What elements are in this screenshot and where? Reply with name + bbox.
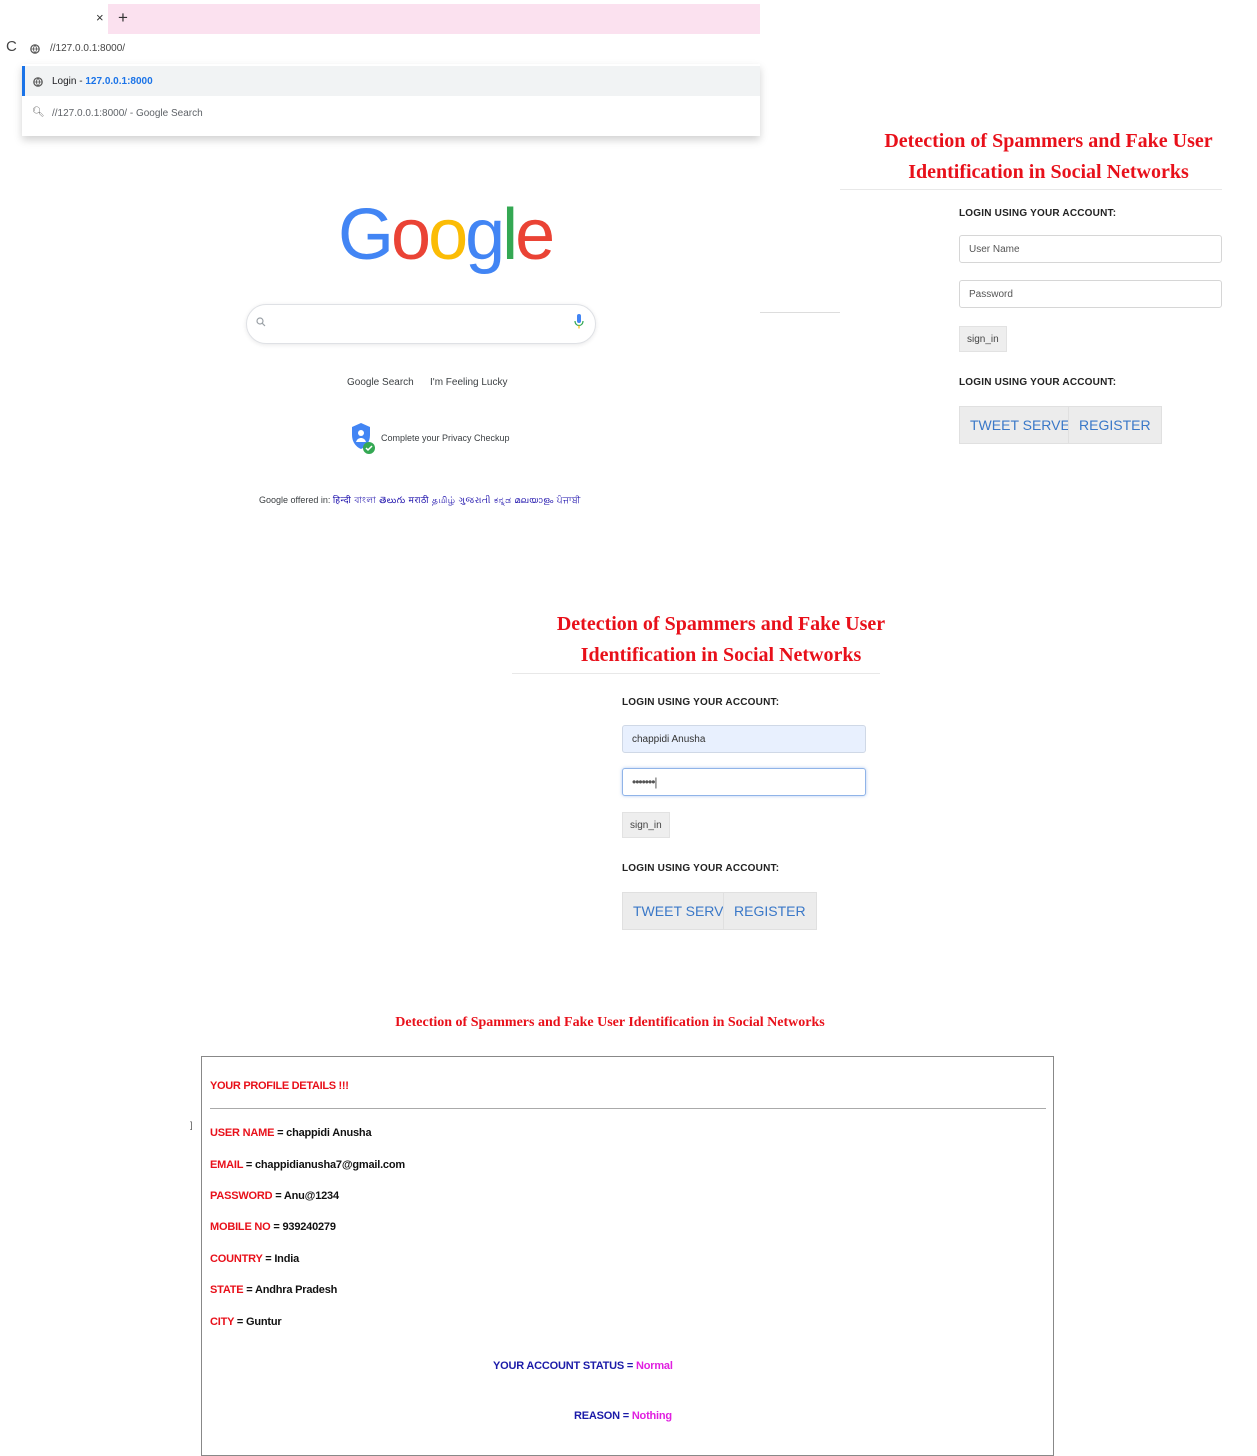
profile-box <box>201 1056 1054 1456</box>
status-label: YOUR ACCOUNT STATUS = <box>493 1360 636 1372</box>
title-line: Identification in Social Networks <box>908 161 1189 183</box>
logo-letter: g <box>465 195 505 275</box>
register-button[interactable]: REGISTER <box>1068 406 1162 444</box>
row-value: = India <box>262 1253 299 1265</box>
search-icon <box>256 316 266 330</box>
globe-icon <box>30 41 40 59</box>
divider <box>840 189 1222 190</box>
row-value: = Andhra Pradesh <box>243 1284 338 1296</box>
search-icon: 🔍︎ <box>32 107 45 118</box>
row-key: MOBILE NO <box>210 1221 271 1233</box>
new-tab-strip[interactable] <box>108 4 760 34</box>
title-line: Detection of Spammers and Fake User <box>556 613 886 635</box>
row-key: STATE <box>210 1284 244 1296</box>
side-mark: ] <box>190 1120 193 1130</box>
page-title: Detection of Spammers and Fake User Iden… <box>840 126 1257 188</box>
login-caption: LOGIN USING YOUR ACCOUNT: <box>959 377 1117 388</box>
logo-letter: l <box>502 195 518 275</box>
reload-icon[interactable]: C <box>6 38 17 55</box>
divider <box>210 1108 1046 1109</box>
suggestion-selected-indicator <box>22 66 25 96</box>
language-links[interactable]: हिन्दी বাংলা తెలుగు मराठी தமிழ் ગુજરાતી … <box>333 495 581 505</box>
row-key: PASSWORD <box>210 1190 273 1202</box>
feeling-lucky-button[interactable]: I'm Feeling Lucky <box>430 377 508 388</box>
divider <box>760 312 840 313</box>
username-field[interactable]: User Name <box>959 235 1222 263</box>
profile-row-password: PASSWORD = Anu@1234 <box>210 1190 339 1202</box>
suggestion-google-search[interactable]: //127.0.0.1:8000/ - Google Search <box>52 108 203 119</box>
profile-row-state: STATE = Andhra Pradesh <box>210 1284 337 1296</box>
logo-letter: G <box>338 195 394 275</box>
row-key: USER NAME <box>210 1127 275 1139</box>
sign-in-button[interactable]: sign_in <box>622 812 670 838</box>
account-status: YOUR ACCOUNT STATUS = Normal <box>493 1360 673 1372</box>
offered-prefix: Google offered in: <box>259 495 333 505</box>
status-value: Normal <box>635 1360 673 1372</box>
account-reason: REASON = Nothing <box>574 1410 672 1422</box>
page-title: Detection of Spammers and Fake User Iden… <box>395 1015 825 1030</box>
password-field[interactable]: Password <box>959 280 1222 308</box>
row-value: = chappidianusha7@gmail.com <box>243 1159 405 1171</box>
new-tab-icon[interactable]: + <box>118 8 128 28</box>
username-field[interactable]: chappidi Anusha <box>622 725 866 753</box>
title-line: Detection of Spammers and Fake User <box>884 130 1213 152</box>
suggestion-title: Login - <box>52 76 86 87</box>
suggestion-url: 127.0.0.1:8000 <box>85 76 153 87</box>
profile-heading: YOUR PROFILE DETAILS !!! <box>210 1080 349 1092</box>
privacy-checkup-link[interactable]: Complete your Privacy Checkup <box>381 433 510 443</box>
suggestion-login-label[interactable]: Login - 127.0.0.1:8000 <box>52 76 153 87</box>
reason-label: REASON = <box>574 1410 632 1422</box>
register-button[interactable]: REGISTER <box>723 892 817 930</box>
globe-icon <box>33 74 43 92</box>
row-key: COUNTRY <box>210 1253 263 1265</box>
google-search-input[interactable] <box>246 304 596 344</box>
logo-letter: e <box>515 195 555 275</box>
profile-row-mobile: MOBILE NO = 939240279 <box>210 1221 336 1233</box>
google-logo: Google <box>338 194 555 276</box>
password-field[interactable]: •••••••| <box>622 768 866 796</box>
page-title: Detection of Spammers and Fake User Iden… <box>512 609 930 671</box>
divider <box>512 673 880 674</box>
google-search-button[interactable]: Google Search <box>347 377 414 388</box>
logo-letter: o <box>391 195 431 275</box>
row-value: = chappidi Anusha <box>274 1127 372 1139</box>
row-value: = 939240279 <box>270 1221 336 1233</box>
login-caption: LOGIN USING YOUR ACCOUNT: <box>622 863 780 874</box>
profile-row-email: EMAIL = chappidianusha7@gmail.com <box>210 1159 405 1171</box>
row-value: = Anu@1234 <box>272 1190 339 1202</box>
profile-row-username: USER NAME = chappidi Anusha <box>210 1127 372 1139</box>
reason-value: Nothing <box>631 1410 672 1422</box>
login-caption: LOGIN USING YOUR ACCOUNT: <box>959 208 1117 219</box>
microphone-icon[interactable] <box>574 314 584 335</box>
address-input[interactable]: //127.0.0.1:8000/ <box>50 43 125 54</box>
shield-icon <box>350 422 378 463</box>
logo-letter: o <box>428 195 468 275</box>
profile-row-city: CITY = Guntur <box>210 1316 282 1328</box>
login-caption: LOGIN USING YOUR ACCOUNT: <box>622 697 780 708</box>
title-line: Identification in Social Networks <box>580 644 862 666</box>
row-value: = Guntur <box>234 1316 282 1328</box>
tab-close-icon[interactable]: × <box>96 10 104 25</box>
sign-in-button[interactable]: sign_in <box>959 326 1007 352</box>
row-key: EMAIL <box>210 1159 244 1171</box>
row-key: CITY <box>210 1316 235 1328</box>
language-offer: Google offered in: हिन्दी বাংলা తెలుగు म… <box>259 493 581 508</box>
profile-row-country: COUNTRY = India <box>210 1253 299 1265</box>
